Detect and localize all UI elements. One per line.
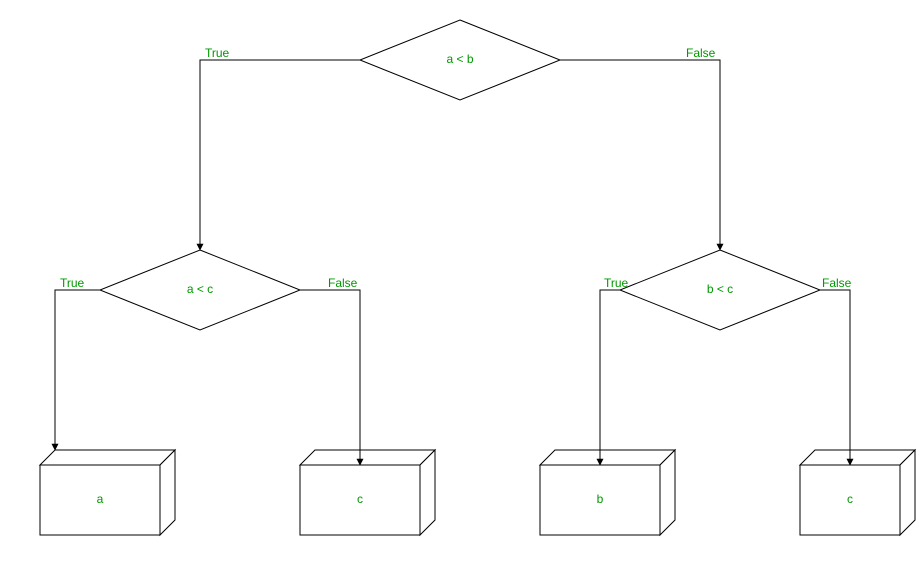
decision-label: b < c bbox=[707, 282, 733, 296]
edge-label: True bbox=[205, 46, 230, 60]
decision-label: a < c bbox=[187, 282, 213, 296]
output-node-c2: c bbox=[800, 450, 915, 535]
decision-node-right: b < c bbox=[620, 250, 820, 330]
edge-label: False bbox=[328, 276, 358, 290]
output-node-a: a bbox=[40, 450, 175, 535]
edge-left-false: False bbox=[300, 276, 360, 465]
output-label: c bbox=[847, 492, 853, 506]
output-node-b: b bbox=[540, 450, 675, 535]
edge-label: True bbox=[604, 276, 629, 290]
edge-label: False bbox=[686, 46, 716, 60]
edge-label: True bbox=[60, 276, 85, 290]
edge-right-false: False bbox=[820, 276, 852, 465]
edge-label: False bbox=[822, 276, 852, 290]
output-label: b bbox=[597, 492, 604, 506]
decision-node-left: a < c bbox=[100, 250, 300, 330]
edge-root-true: True bbox=[200, 46, 360, 250]
decision-node-root: a < b bbox=[360, 20, 560, 100]
output-label: c bbox=[357, 492, 363, 506]
output-label: a bbox=[97, 492, 104, 506]
edge-right-true: True bbox=[600, 276, 629, 465]
edge-left-true: True bbox=[55, 276, 100, 450]
decision-label: a < b bbox=[446, 52, 473, 66]
edge-root-false: False bbox=[560, 46, 720, 250]
output-node-c1: c bbox=[300, 450, 435, 535]
flowchart-diagram: a < b a < c b < c a c b c bbox=[0, 0, 921, 561]
